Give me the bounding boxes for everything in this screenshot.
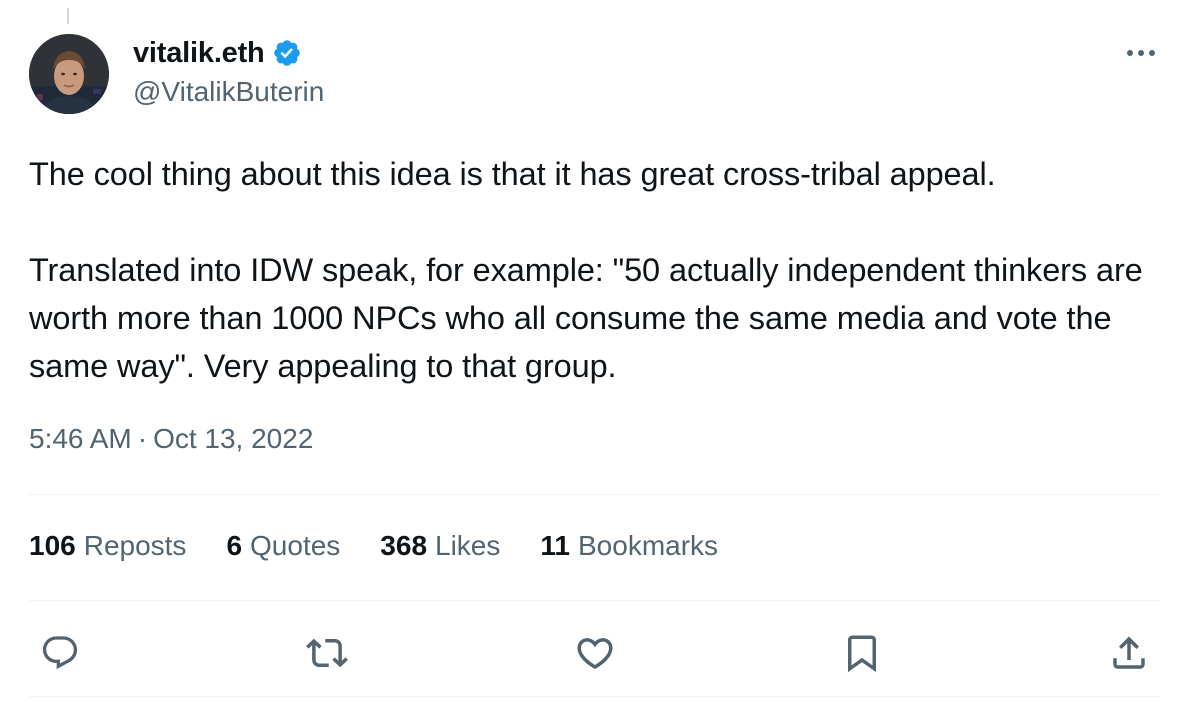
bookmarks-label: Bookmarks <box>578 530 719 561</box>
quotes-stat[interactable]: 6 Quotes <box>226 530 340 562</box>
likes-label: Likes <box>435 530 501 561</box>
repost-button[interactable] <box>302 628 352 678</box>
bookmark-icon <box>848 635 876 673</box>
more-options-button[interactable] <box>1119 38 1163 68</box>
divider <box>29 494 1161 495</box>
author-name-row[interactable]: vitalik.eth <box>133 35 302 71</box>
author-handle[interactable]: @VitalikButerin <box>133 76 324 108</box>
avatar-image <box>29 34 109 114</box>
likes-count: 368 <box>380 530 428 561</box>
share-icon <box>1113 636 1145 669</box>
quotes-count: 6 <box>226 530 243 561</box>
bookmarks-stat[interactable]: 11 Bookmarks <box>540 530 718 562</box>
repost-icon <box>306 638 348 668</box>
tweet-actions <box>0 620 1200 682</box>
tweet-date[interactable]: Oct 13, 2022 <box>153 423 313 455</box>
more-dots-icon <box>1127 50 1155 56</box>
verified-badge-icon <box>272 38 302 68</box>
divider <box>29 696 1161 697</box>
reposts-stat[interactable]: 106 Reposts <box>29 530 186 562</box>
author-display-name[interactable]: vitalik.eth <box>133 37 265 70</box>
reposts-label: Reposts <box>83 530 187 561</box>
quotes-label: Quotes <box>250 530 341 561</box>
divider <box>29 600 1161 601</box>
bookmark-button[interactable] <box>837 628 887 678</box>
heart-icon <box>577 638 613 670</box>
tweet-text: The cool thing about this idea is that i… <box>29 156 1143 384</box>
avatar[interactable] <box>29 34 109 114</box>
tweet-timestamp[interactable]: 5:46 AM · Oct 13, 2022 <box>29 423 313 455</box>
like-button[interactable] <box>570 628 620 678</box>
engagement-stats: 106 Reposts 6 Quotes 368 Likes 11 Bookma… <box>29 530 758 562</box>
reply-icon <box>42 636 78 670</box>
reposts-count: 106 <box>29 530 76 561</box>
bookmarks-count: 11 <box>540 530 570 561</box>
tweet-card: vitalik.eth @VitalikButerin The cool thi… <box>0 0 1200 710</box>
thread-connector-line <box>67 8 69 24</box>
timestamp-separator: · <box>137 423 148 454</box>
tweet-time[interactable]: 5:46 AM <box>29 423 132 455</box>
reply-button[interactable] <box>35 628 85 678</box>
likes-stat[interactable]: 368 Likes <box>380 530 500 562</box>
share-button[interactable] <box>1104 628 1154 678</box>
